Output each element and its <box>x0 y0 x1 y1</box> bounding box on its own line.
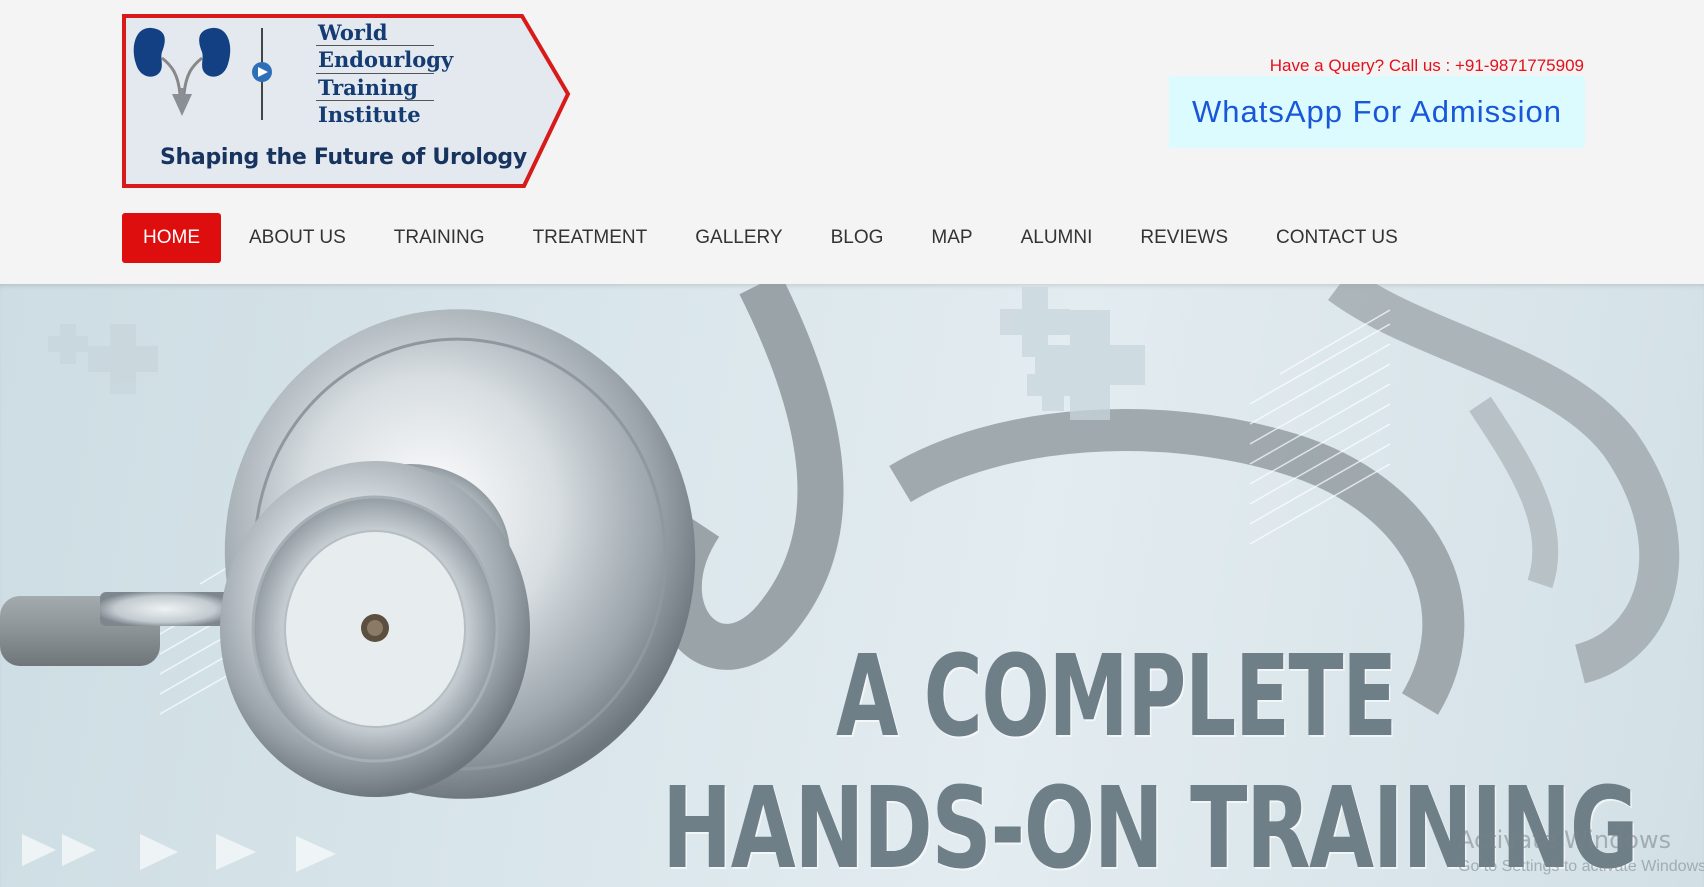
main-nav: HOME ABOUT US TRAINING TREATMENT GALLERY… <box>122 213 1422 263</box>
hero-heading-line-1: A COMPLETE <box>836 632 1397 762</box>
windows-activation-watermark: Activate Windows Go to Settings to activ… <box>1458 826 1704 876</box>
logo-divider <box>316 45 434 46</box>
logo-word: Institute <box>318 102 421 127</box>
call-query-text: Have a Query? Call us : +91-9871775909 <box>1269 56 1584 75</box>
logo-divider <box>316 73 434 74</box>
nav-item-reviews[interactable]: REVIEWS <box>1116 213 1252 263</box>
logo-divider <box>316 100 434 101</box>
nav-item-map[interactable]: MAP <box>907 213 996 263</box>
logo-word: Endourlogy <box>318 47 454 72</box>
whatsapp-admission-button[interactable]: WhatsApp For Admission <box>1169 76 1585 148</box>
nav-item-treatment[interactable]: TREATMENT <box>509 213 672 263</box>
logo-tagline: Shaping the Future of Urology <box>160 145 527 170</box>
logo-word: World <box>318 20 388 45</box>
nav-item-home[interactable]: HOME <box>122 213 221 263</box>
site-logo[interactable]: World Endourlogy Training Institute Shap… <box>122 14 576 189</box>
watermark-subtitle: Go to Settings to activate Windows. <box>1458 858 1704 875</box>
nav-item-contact-us[interactable]: CONTACT US <box>1252 213 1422 263</box>
nav-item-blog[interactable]: BLOG <box>807 213 908 263</box>
site-header: World Endourlogy Training Institute Shap… <box>0 0 1704 284</box>
nav-item-about-us[interactable]: ABOUT US <box>225 213 370 263</box>
nav-item-alumni[interactable]: ALUMNI <box>997 213 1117 263</box>
hero-banner: A COMPLETE HANDS-ON TRAINING <box>0 284 1704 887</box>
logo-word: Training <box>318 75 418 100</box>
watermark-title: Activate Windows <box>1458 826 1672 854</box>
nav-item-training[interactable]: TRAINING <box>370 213 509 263</box>
nav-item-gallery[interactable]: GALLERY <box>671 213 806 263</box>
